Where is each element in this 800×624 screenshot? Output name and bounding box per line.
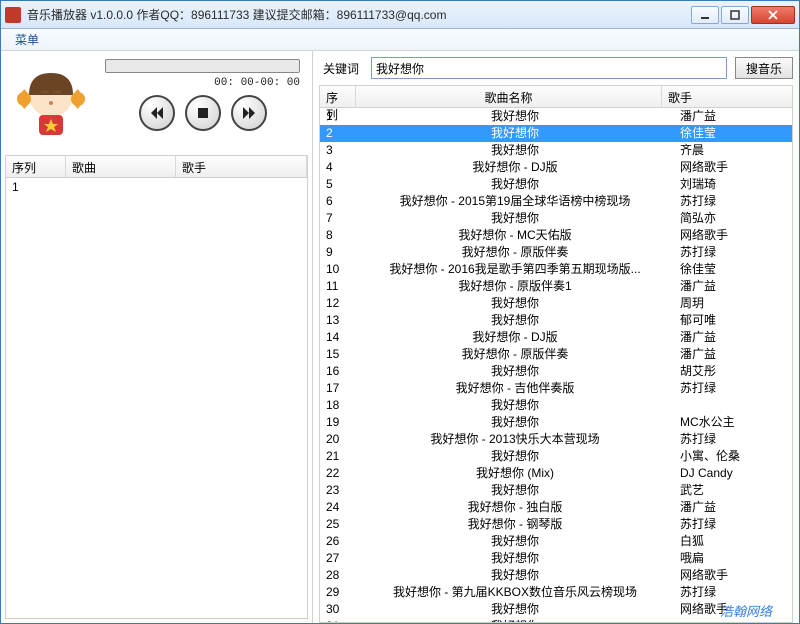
titlebar[interactable]: 音乐播放器 v1.0.0.0 作者QQ：896111733 建议提交邮箱：896… (1, 1, 799, 29)
stop-button[interactable] (185, 95, 221, 131)
result-row[interactable]: 8我好想你 - MC天佑版网络歌手 (320, 227, 792, 244)
result-row[interactable]: 15我好想你 - 原版伴奏潘广益 (320, 346, 792, 363)
search-row: 关键词 搜音乐 (319, 57, 793, 79)
result-row[interactable]: 17我好想你 - 吉他伴奏版苏打绿 (320, 380, 792, 397)
result-row[interactable]: 16我好想你胡艾彤 (320, 363, 792, 380)
result-row[interactable]: 31我好想你 (320, 618, 792, 622)
player-controls: 00: 00-00: 00 (97, 55, 308, 147)
result-row[interactable]: 21我好想你小寓、伦桑 (320, 448, 792, 465)
result-row[interactable]: 13我好想你郁可唯 (320, 312, 792, 329)
avatar-icon (5, 55, 97, 147)
result-row[interactable]: 14我好想你 - DJ版潘广益 (320, 329, 792, 346)
result-row[interactable]: 9我好想你 - 原版伴奏苏打绿 (320, 244, 792, 261)
col-song[interactable]: 歌曲 (66, 156, 176, 177)
result-row[interactable]: 12我好想你周玥 (320, 295, 792, 312)
minimize-button[interactable] (691, 6, 719, 24)
app-window: 音乐播放器 v1.0.0.0 作者QQ：896111733 建议提交邮箱：896… (0, 0, 800, 624)
result-row[interactable]: 20我好想你 - 2013快乐大本营现场苏打绿 (320, 431, 792, 448)
next-button[interactable] (231, 95, 267, 131)
result-row[interactable]: 28我好想你网络歌手 (320, 567, 792, 584)
playlist-row[interactable]: 1 (6, 178, 307, 196)
right-panel: 关键词 搜音乐 序列 歌曲名称 歌手 1我好想你潘广益2我好想你徐佳莹3我好想你… (313, 51, 799, 623)
results-body[interactable]: 1我好想你潘广益2我好想你徐佳莹3我好想你齐晨4我好想你 - DJ版网络歌手5我… (320, 108, 792, 622)
menu-main[interactable]: 菜单 (7, 29, 47, 50)
search-button[interactable]: 搜音乐 (735, 57, 793, 79)
result-row[interactable]: 6我好想你 - 2015第19届全球华语榜中榜现场苏打绿 (320, 193, 792, 210)
close-button[interactable] (751, 6, 795, 24)
result-row[interactable]: 11我好想你 - 原版伴奏1潘广益 (320, 278, 792, 295)
search-label: 关键词 (319, 60, 363, 77)
left-panel: 00: 00-00: 00 序列 歌曲 歌手 1 (1, 51, 313, 623)
result-row[interactable]: 29我好想你 - 第九届KKBOX数位音乐风云榜现场苏打绿 (320, 584, 792, 601)
result-row[interactable]: 1我好想你潘广益 (320, 108, 792, 125)
result-row[interactable]: 3我好想你齐晨 (320, 142, 792, 159)
playlist: 序列 歌曲 歌手 1 (5, 155, 308, 619)
menubar: 菜单 (1, 29, 799, 51)
result-row[interactable]: 22我好想你 (Mix)DJ Candy (320, 465, 792, 482)
result-row[interactable]: 2我好想你徐佳莹 (320, 125, 792, 142)
result-row[interactable]: 23我好想你武艺 (320, 482, 792, 499)
playlist-header: 序列 歌曲 歌手 (6, 156, 307, 178)
window-title: 音乐播放器 v1.0.0.0 作者QQ：896111733 建议提交邮箱：896… (27, 6, 691, 23)
time-display: 00: 00-00: 00 (105, 77, 300, 93)
result-row[interactable]: 24我好想你 - 独白版潘广益 (320, 499, 792, 516)
prev-button[interactable] (139, 95, 175, 131)
playlist-body[interactable]: 1 (6, 178, 307, 618)
col-artist[interactable]: 歌手 (662, 86, 792, 107)
result-row[interactable]: 5我好想你刘瑞琦 (320, 176, 792, 193)
window-buttons (691, 6, 795, 24)
player-section: 00: 00-00: 00 (5, 55, 308, 147)
app-icon (5, 7, 21, 23)
col-artist[interactable]: 歌手 (176, 156, 307, 177)
results: 序列 歌曲名称 歌手 1我好想你潘广益2我好想你徐佳莹3我好想你齐晨4我好想你 … (319, 85, 793, 623)
col-idx[interactable]: 序列 (6, 156, 66, 177)
maximize-button[interactable] (721, 6, 749, 24)
result-row[interactable]: 18我好想你 (320, 397, 792, 414)
result-row[interactable]: 26我好想你白狐 (320, 533, 792, 550)
result-row[interactable]: 19我好想你MC水公主 (320, 414, 792, 431)
result-row[interactable]: 30我好想你网络歌手 (320, 601, 792, 618)
result-row[interactable]: 10我好想你 - 2016我是歌手第四季第五期现场版...徐佳莹 (320, 261, 792, 278)
result-row[interactable]: 4我好想你 - DJ版网络歌手 (320, 159, 792, 176)
result-row[interactable]: 7我好想你简弘亦 (320, 210, 792, 227)
results-header: 序列 歌曲名称 歌手 (320, 86, 792, 108)
col-name[interactable]: 歌曲名称 (356, 86, 662, 107)
col-idx[interactable]: 序列 (320, 86, 356, 107)
content: 00: 00-00: 00 序列 歌曲 歌手 1 关 (1, 51, 799, 623)
result-row[interactable]: 25我好想你 - 钢琴版苏打绿 (320, 516, 792, 533)
result-row[interactable]: 27我好想你哦扁 (320, 550, 792, 567)
progress-bar[interactable] (105, 59, 300, 73)
search-input[interactable] (371, 57, 727, 79)
